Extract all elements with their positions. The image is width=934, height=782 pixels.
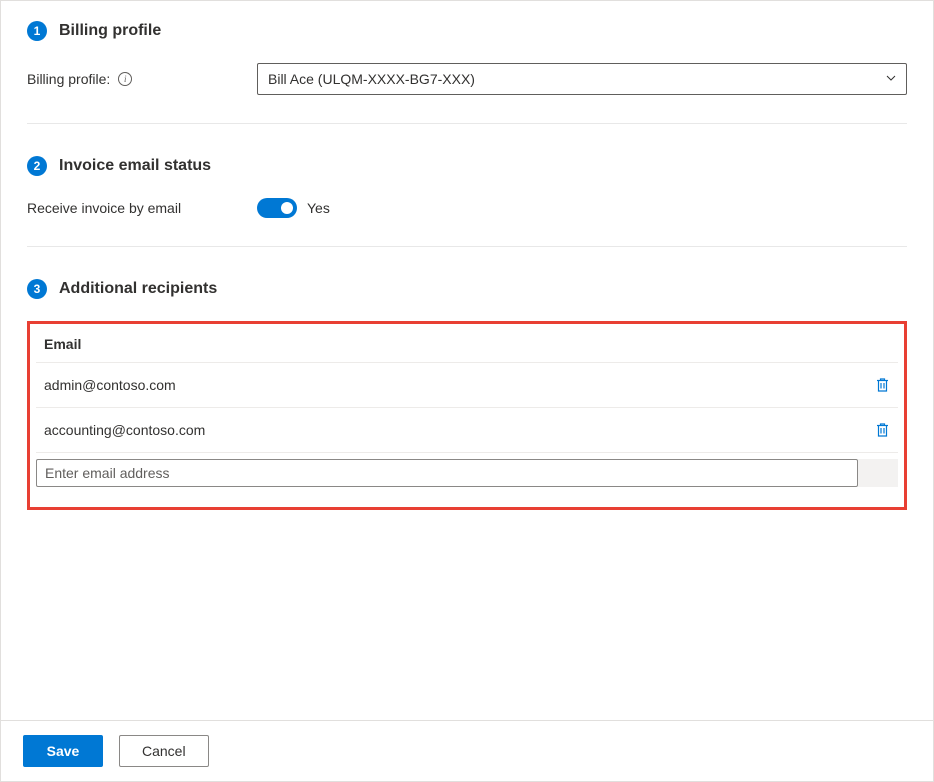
email-table: Email admin@contoso.com accounting@conto… — [36, 336, 898, 487]
section-title-1: Billing profile — [59, 22, 161, 40]
trash-icon — [875, 422, 890, 438]
divider-2 — [27, 246, 907, 247]
receive-invoice-label-col: Receive invoice by email — [27, 200, 257, 216]
email-cell: accounting@contoso.com — [44, 422, 866, 438]
input-spacer — [858, 459, 898, 487]
step-circle-3: 3 — [27, 279, 47, 299]
info-icon[interactable]: i — [118, 72, 132, 86]
trash-icon — [875, 377, 890, 393]
section-billing-profile: 1 Billing profile Billing profile: i Bil… — [27, 21, 907, 123]
receive-invoice-label: Receive invoice by email — [27, 200, 181, 216]
receive-invoice-toggle[interactable] — [257, 198, 297, 218]
step-circle-1: 1 — [27, 21, 47, 41]
email-input-row — [36, 453, 898, 487]
cancel-button[interactable]: Cancel — [119, 735, 209, 767]
delete-button[interactable] — [866, 371, 898, 399]
billing-profile-select[interactable]: Bill Ace (ULQM-XXXX-BG7-XXX) — [257, 63, 907, 95]
billing-profile-selected-value: Bill Ace (ULQM-XXXX-BG7-XXX) — [268, 71, 475, 87]
delete-button[interactable] — [866, 416, 898, 444]
footer: Save Cancel — [1, 720, 933, 781]
section-header-1: 1 Billing profile — [27, 21, 907, 41]
section-header-3: 3 Additional recipients — [27, 279, 907, 299]
billing-profile-select-wrap: Bill Ace (ULQM-XXXX-BG7-XXX) — [257, 63, 907, 95]
billing-profile-label-col: Billing profile: i — [27, 71, 257, 87]
recipients-highlight-box: Email admin@contoso.com accounting@conto… — [27, 321, 907, 510]
toggle-state-label: Yes — [307, 200, 330, 216]
divider-1 — [27, 123, 907, 124]
section-title-2: Invoice email status — [59, 157, 211, 175]
section-header-2: 2 Invoice email status — [27, 156, 907, 176]
email-column-header: Email — [36, 336, 898, 363]
email-cell: admin@contoso.com — [44, 377, 866, 393]
section-title-3: Additional recipients — [59, 280, 217, 298]
billing-profile-row: Billing profile: i Bill Ace (ULQM-XXXX-B… — [27, 63, 907, 95]
section-invoice-email-status: 2 Invoice email status Receive invoice b… — [27, 156, 907, 246]
section-additional-recipients: 3 Additional recipients Email admin@cont… — [27, 279, 907, 510]
table-row: admin@contoso.com — [36, 363, 898, 408]
table-row: accounting@contoso.com — [36, 408, 898, 453]
toggle-thumb — [281, 202, 293, 214]
step-circle-2: 2 — [27, 156, 47, 176]
billing-profile-label: Billing profile: — [27, 71, 110, 87]
receive-invoice-row: Receive invoice by email Yes — [27, 198, 907, 218]
save-button[interactable]: Save — [23, 735, 103, 767]
email-input[interactable] — [36, 459, 858, 487]
